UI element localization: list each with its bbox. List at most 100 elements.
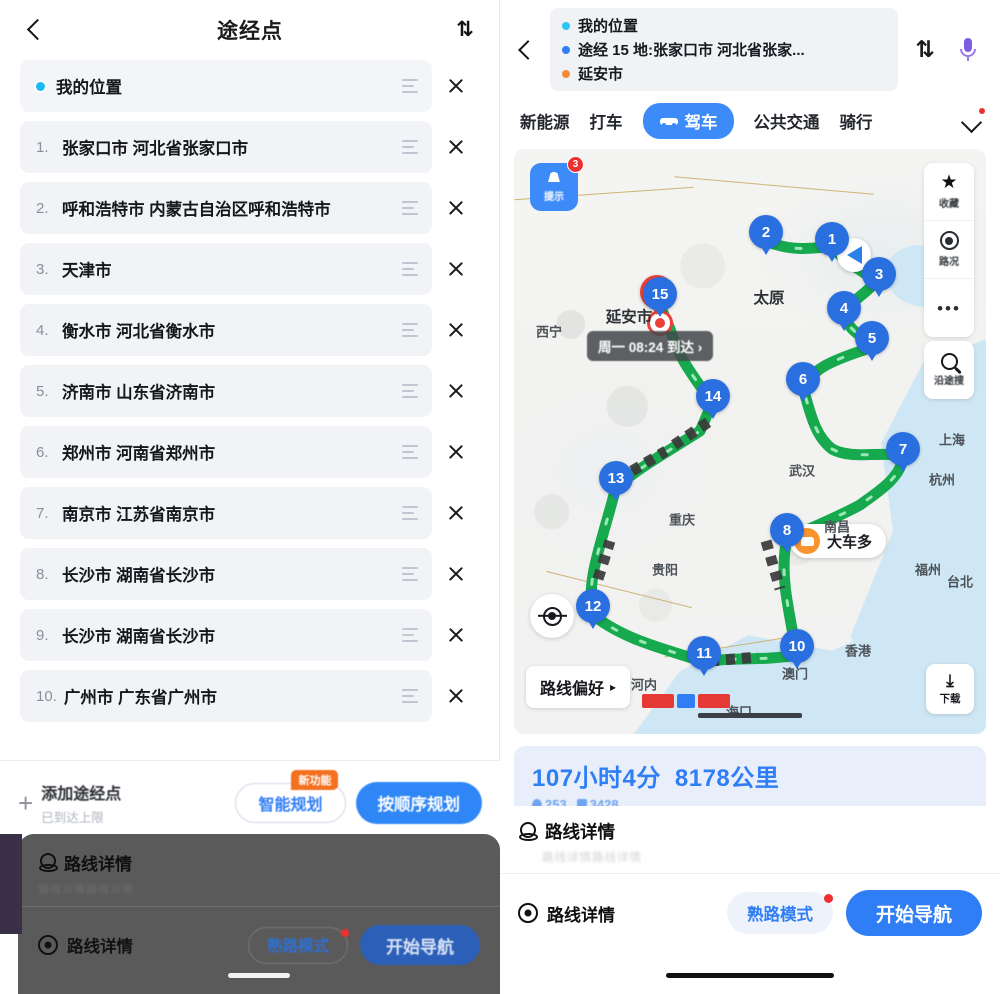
search-along-route-button[interactable]: 沿途搜 xyxy=(924,341,974,399)
drag-handle-icon[interactable] xyxy=(402,262,418,276)
eta-tooltip[interactable]: 周一 08:24 到达 › xyxy=(587,331,714,361)
drag-handle-icon[interactable] xyxy=(402,140,418,154)
back-icon[interactable] xyxy=(22,17,48,43)
destination-line[interactable]: 延安市 xyxy=(562,63,886,84)
remove-waypoint-button[interactable] xyxy=(432,548,480,600)
remove-waypoint-button[interactable] xyxy=(432,60,480,112)
city-label: 延安市 xyxy=(605,309,653,326)
waypoint-row[interactable]: 6. 郑州市 河南省郑州市 xyxy=(20,426,480,478)
waypoint-card[interactable]: 10. 广州市 广东省广州市 xyxy=(20,670,432,722)
waypoint-marker[interactable]: 2 xyxy=(749,215,783,257)
waypoint-card[interactable]: 6. 郑州市 河南省郑州市 xyxy=(20,426,432,478)
remove-waypoint-button[interactable] xyxy=(432,609,480,661)
waypoint-row[interactable]: 10. 广州市 广东省广州市 xyxy=(20,670,480,722)
download-button[interactable]: ⤓ 下载 xyxy=(926,664,974,714)
map-canvas[interactable]: 终 周一 08:24 到达 › 大车多 12345678101112131415… xyxy=(514,149,986,734)
remove-waypoint-button[interactable] xyxy=(432,426,480,478)
waypoint-marker[interactable]: 8 xyxy=(770,513,804,555)
more-button[interactable]: ••• xyxy=(924,279,974,337)
red-dot-indicator xyxy=(979,108,985,114)
waypoint-row[interactable]: 4. 衡水市 河北省衡水市 xyxy=(20,304,480,356)
waypoint-row[interactable]: 8. 长沙市 湖南省长沙市 xyxy=(20,548,480,600)
waypoint-marker[interactable]: 7 xyxy=(886,432,920,474)
waypoint-card[interactable]: 7. 南京市 江苏省南京市 xyxy=(20,487,432,539)
city-label: 台北 xyxy=(946,574,974,590)
waypoint-marker[interactable]: 6 xyxy=(786,362,820,404)
waypoint-card[interactable]: 9. 长沙市 湖南省长沙市 xyxy=(20,609,432,661)
microphone-icon[interactable] xyxy=(952,37,984,63)
traffic-button[interactable]: 路况 xyxy=(924,221,974,279)
overlay-detail-label[interactable]: 路线详情 xyxy=(67,933,133,957)
start-navigation-button[interactable]: 开始导航 xyxy=(360,925,480,965)
remove-waypoint-button[interactable] xyxy=(432,243,480,295)
waypoint-marker[interactable]: 5 xyxy=(855,321,889,363)
drag-handle-icon[interactable] xyxy=(402,689,418,703)
sort-icon[interactable]: ⇅ xyxy=(452,17,478,43)
route-preference-label: 路线偏好 xyxy=(540,681,605,698)
waypoint-card[interactable]: 3. 天津市 xyxy=(20,243,432,295)
waypoint-card[interactable]: 4. 衡水市 河北省衡水市 xyxy=(20,304,432,356)
drag-handle-icon[interactable] xyxy=(402,628,418,642)
waypoint-list-panel: 途经点 ⇅ 我的位置 1. 张家口市 河北省张家口市 2. 呼和浩特市 内蒙古自治区呼和… xyxy=(0,0,500,994)
add-icon[interactable]: + xyxy=(18,790,33,816)
waypoint-marker[interactable]: 14 xyxy=(696,379,730,421)
via-line[interactable]: 途经 15 地:张家口市 河北省张家... xyxy=(562,39,886,60)
waypoint-marker[interactable]: 13 xyxy=(599,461,633,503)
waypoint-card[interactable]: 2. 呼和浩特市 内蒙古自治区呼和浩特市 xyxy=(20,182,432,234)
tab-0[interactable]: 新能源 xyxy=(520,109,570,133)
attribution-mark xyxy=(698,694,730,708)
favorite-button[interactable]: ★ 收藏 xyxy=(924,163,974,221)
tab-4[interactable]: 骑行 xyxy=(840,109,873,133)
remove-waypoint-button[interactable] xyxy=(432,182,480,234)
locate-button[interactable] xyxy=(530,594,574,638)
familiar-route-button[interactable]: 熟路模式 xyxy=(247,926,349,964)
waypoint-row[interactable]: 5. 济南市 山东省济南市 xyxy=(20,365,480,417)
waypoint-row[interactable]: 7. 南京市 江苏省南京市 xyxy=(20,487,480,539)
remove-waypoint-button[interactable] xyxy=(432,365,480,417)
drag-handle-icon[interactable] xyxy=(402,323,418,337)
route-detail-label[interactable]: 路线详情 xyxy=(547,901,615,926)
waypoint-marker-label: 11 xyxy=(687,636,721,670)
tab-label: 驾车 xyxy=(684,114,718,132)
order-plan-button[interactable]: 按顺序规划 xyxy=(355,781,482,824)
waypoint-marker[interactable]: 11 xyxy=(687,636,721,678)
waypoint-row[interactable]: 2. 呼和浩特市 内蒙古自治区呼和浩特市 xyxy=(20,182,480,234)
remove-waypoint-button[interactable] xyxy=(432,487,480,539)
tab-3[interactable]: 公共交通 xyxy=(754,109,820,133)
drag-handle-icon[interactable] xyxy=(402,79,418,93)
waypoint-row[interactable]: 3. 天津市 xyxy=(20,243,480,295)
start-navigation-button[interactable]: 开始导航 xyxy=(845,890,982,936)
waypoint-card[interactable]: 8. 长沙市 湖南省长沙市 xyxy=(20,548,432,600)
drag-handle-icon[interactable] xyxy=(402,445,418,459)
waypoint-marker[interactable]: 12 xyxy=(576,589,610,631)
drag-handle-icon[interactable] xyxy=(402,384,418,398)
alert-button[interactable]: 提示 3 xyxy=(530,156,584,211)
waypoint-card[interactable]: 我的位置 xyxy=(20,60,432,112)
back-icon[interactable] xyxy=(514,35,540,65)
remove-waypoint-button[interactable] xyxy=(432,121,480,173)
drag-handle-icon[interactable] xyxy=(402,506,418,520)
tab-2[interactable]: 驾车 xyxy=(642,103,734,139)
waypoint-marker[interactable]: 3 xyxy=(862,257,896,299)
chevron-down-icon[interactable] xyxy=(960,108,985,132)
route-search-box[interactable]: 我的位置 途经 15 地:张家口市 河北省张家... 延安市 xyxy=(550,8,898,91)
tab-1[interactable]: 打车 xyxy=(590,109,623,133)
waypoint-row[interactable]: 1. 张家口市 河北省张家口市 xyxy=(20,121,480,173)
baidu-logo-icon xyxy=(677,694,695,708)
waypoint-marker[interactable]: 1 xyxy=(815,222,849,264)
swap-icon[interactable]: ⇅ xyxy=(908,36,942,63)
route-preference-button[interactable]: 路线偏好 ▸ xyxy=(526,666,631,708)
remove-waypoint-button[interactable] xyxy=(432,670,480,722)
waypoint-card[interactable]: 1. 张家口市 河北省张家口市 xyxy=(20,121,432,173)
familiar-route-button[interactable]: 熟路模式 xyxy=(726,892,833,934)
waypoint-index: 2. xyxy=(36,199,49,217)
waypoint-card[interactable]: 5. 济南市 山东省济南市 xyxy=(20,365,432,417)
origin-line[interactable]: 我的位置 xyxy=(562,15,886,36)
route-result-panel: 我的位置 途经 15 地:张家口市 河北省张家... 延安市 ⇅ 新能源 打车 … xyxy=(500,0,1000,994)
drag-handle-icon[interactable] xyxy=(402,201,418,215)
drag-handle-icon[interactable] xyxy=(402,567,418,581)
home-indicator xyxy=(228,973,290,978)
remove-waypoint-button[interactable] xyxy=(432,304,480,356)
waypoint-row[interactable]: 9. 长沙市 湖南省长沙市 xyxy=(20,609,480,661)
waypoint-row[interactable]: 我的位置 xyxy=(20,60,480,112)
